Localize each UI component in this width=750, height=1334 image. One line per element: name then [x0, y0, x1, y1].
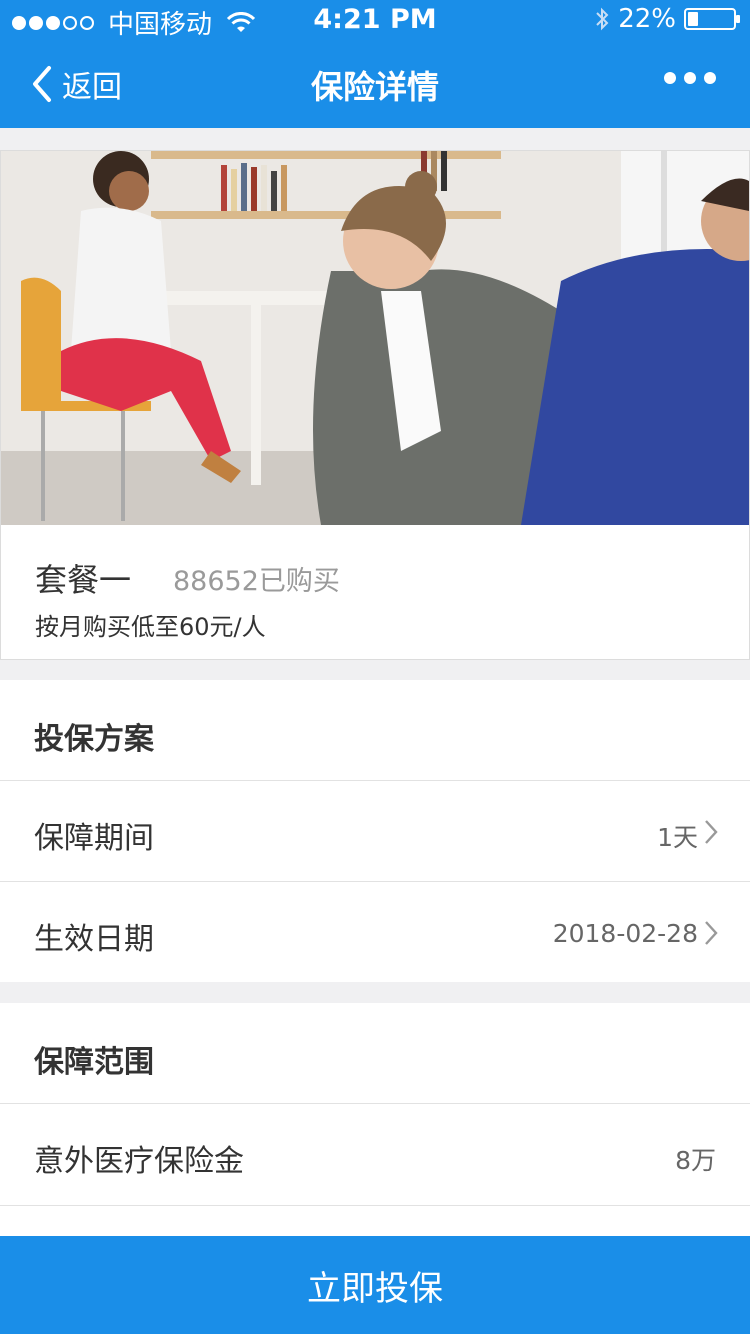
plan-name: 套餐一	[35, 561, 132, 599]
row-label: 意外医疗保险金	[34, 1144, 244, 1179]
status-bar: 中国移动 4:21 PM 22%	[0, 0, 750, 40]
price-description: 按月购买低至60元/人	[35, 613, 266, 641]
plan-section: 投保方案 保障期间 1天 生效日期 2018-02-28	[0, 680, 750, 982]
more-dot	[664, 72, 676, 84]
buy-now-button[interactable]: 立即投保	[0, 1236, 750, 1334]
battery-fill	[688, 12, 698, 26]
page-title: 保险详情	[310, 68, 439, 106]
row-value: 8万	[675, 1146, 716, 1175]
row-value: 1天	[657, 823, 698, 852]
battery-icon	[684, 8, 740, 30]
row-coverage-period[interactable]: 保障期间 1天	[0, 780, 750, 880]
status-right: 22%	[594, 4, 740, 34]
header: 中国移动 4:21 PM 22% 返回 保险详情	[0, 0, 750, 128]
navbar: 返回 保险详情	[0, 40, 750, 128]
hero-photo-illustration	[1, 151, 749, 525]
row-label: 生效日期	[34, 922, 154, 957]
more-dot	[704, 72, 716, 84]
section-title-coverage: 保障范围	[34, 1045, 154, 1080]
more-dot	[684, 72, 696, 84]
chevron-right-icon	[705, 921, 718, 945]
chevron-right-icon	[705, 820, 718, 844]
battery-percent: 22%	[618, 4, 676, 34]
sold-count: 88652已购买	[173, 566, 340, 597]
bluetooth-icon	[596, 7, 609, 31]
product-info: 套餐一 88652已购买 按月购买低至60元/人	[1, 525, 749, 659]
coverage-section: 保障范围 意外医疗保险金 8万	[0, 1003, 750, 1205]
hero-photo	[1, 151, 749, 525]
section-title-plan: 投保方案	[34, 722, 154, 757]
row-value: 2018-02-28	[552, 919, 698, 948]
product-card[interactable]: 套餐一 88652已购买 按月购买低至60元/人	[0, 150, 750, 660]
row-effective-date[interactable]: 生效日期 2018-02-28	[0, 881, 750, 981]
row-label: 保障期间	[34, 821, 154, 856]
list-continuation	[0, 1205, 750, 1236]
row-accident-medical: 意外医疗保险金 8万	[0, 1103, 750, 1203]
more-button[interactable]	[664, 72, 716, 84]
